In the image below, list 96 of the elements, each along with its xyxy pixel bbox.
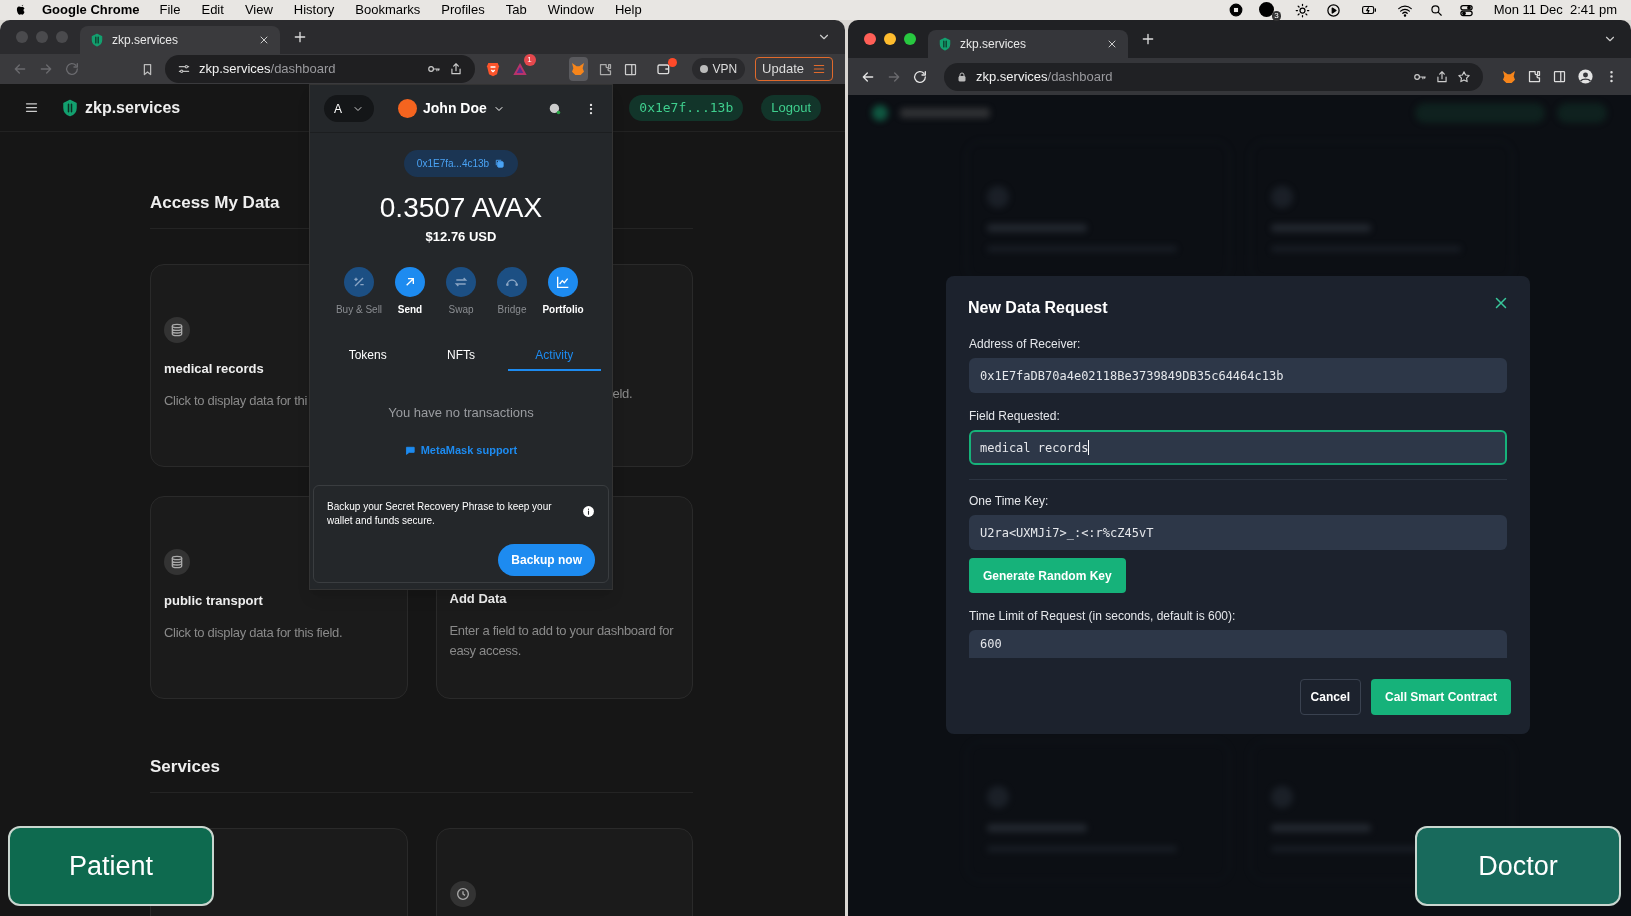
chat-icon <box>404 444 416 456</box>
brand-name[interactable]: zkp.services <box>85 95 181 120</box>
lion-shield-icon[interactable] <box>484 61 501 77</box>
field-label: One Time Key: <box>969 494 1050 509</box>
menu-item[interactable]: Window <box>547 0 594 20</box>
browser-tab[interactable]: zkp.services <box>80 26 280 54</box>
browser-tab[interactable]: zkp.services <box>928 30 1128 58</box>
wallet-tab[interactable]: Activity <box>507 340 601 371</box>
close-icon[interactable] <box>1106 38 1118 50</box>
wallet-action-button[interactable]: Portfolio <box>542 266 584 317</box>
section-title: Services <box>150 756 220 778</box>
fiat-balance: $12.76 USD <box>425 228 497 246</box>
field-label: Time Limit of Request (in seconds, default is 600): <box>969 609 1237 624</box>
play-icon <box>1325 2 1341 18</box>
database-icon <box>164 317 190 343</box>
info-icon <box>582 504 595 518</box>
menu-item[interactable]: File <box>159 0 181 20</box>
dialog-title: New Data Request <box>968 298 1108 318</box>
profile-icon[interactable] <box>1577 68 1594 85</box>
wallet-tab[interactable]: NFTs <box>414 340 508 371</box>
notification-badge: 3 <box>1272 11 1281 21</box>
database-icon <box>164 549 190 575</box>
role-label-popup: Doctor <box>1415 826 1621 906</box>
backup-now-button[interactable]: Backup now <box>498 543 595 576</box>
card-description: Enter a field to add to your dashboard for easy access. <box>449 621 675 660</box>
control-center-icon <box>1458 2 1474 18</box>
clock-icon <box>449 881 476 907</box>
balance-amount: 0.3507 AVAX <box>379 191 543 225</box>
minimize-window-button[interactable] <box>884 33 896 45</box>
puzzle-icon[interactable] <box>1527 69 1542 84</box>
menu-item[interactable]: Profiles <box>441 0 485 20</box>
menu-item[interactable]: Help <box>614 0 642 20</box>
menu-item[interactable]: View <box>244 0 273 20</box>
star-icon[interactable] <box>1457 69 1471 84</box>
reload-icon[interactable] <box>912 68 928 85</box>
fox-extension-icon[interactable] <box>568 57 589 81</box>
menu-item[interactable]: History <box>293 0 335 20</box>
sidebar-icon[interactable] <box>1552 69 1567 84</box>
card-description: Click to display data for this field. <box>164 623 344 642</box>
text-field[interactable]: 600 <box>969 630 1507 658</box>
shield-logo-icon <box>90 33 104 47</box>
cancel-button[interactable]: Cancel <box>1299 679 1361 715</box>
address-copy-button[interactable]: 0x1E7fa...4c13b <box>403 150 519 177</box>
card-description: Click to display data for thi <box>164 391 309 410</box>
share-icon[interactable] <box>448 62 463 76</box>
logout-button[interactable]: Logout <box>761 94 821 121</box>
sidebar-icon[interactable] <box>623 61 639 77</box>
portfolio-action-icon <box>548 266 578 297</box>
fox-extension-icon[interactable] <box>1501 68 1517 85</box>
address-bar[interactable]: zkp.services/dashboard <box>944 62 1483 91</box>
stop-icon <box>1228 3 1243 17</box>
text-field[interactable]: medical records <box>969 430 1507 465</box>
field-label: Address of Receiver: <box>969 337 1082 352</box>
new-tab-icon[interactable] <box>1140 31 1156 47</box>
zoom-window-button[interactable] <box>904 33 916 45</box>
address-bar[interactable]: zkp.services/dashboard <box>165 55 475 83</box>
copy-icon <box>494 158 506 169</box>
notification-badge: 1 <box>523 54 536 66</box>
buy-action-icon <box>344 266 374 297</box>
clock: Mon 11 Dec 2:41 pm <box>1493 1 1617 20</box>
menu-item[interactable]: Edit <box>201 0 224 20</box>
globe-icon[interactable] <box>548 101 562 116</box>
text-field[interactable]: 0x1E7faDB70a4e02118Be3739849DB35c64464c13b <box>969 358 1507 393</box>
avatar-icon <box>398 99 417 118</box>
share-icon[interactable] <box>1435 69 1449 84</box>
puzzle-icon[interactable] <box>598 61 614 77</box>
app-menu[interactable]: Google Chrome <box>42 0 140 20</box>
menu-item[interactable]: Bookmarks <box>355 0 421 20</box>
shield-logo-icon <box>61 98 79 117</box>
card-title: medical records <box>164 360 265 378</box>
card-description: eld. <box>612 385 633 403</box>
search-icon <box>1428 3 1443 17</box>
shield-logo-icon <box>938 37 952 51</box>
brightness-icon <box>1294 2 1310 18</box>
new-tab-icon[interactable] <box>292 29 308 45</box>
bridge-action-icon <box>497 266 527 297</box>
tune-icon <box>177 62 191 76</box>
network-selector[interactable]: A <box>324 95 374 122</box>
vpn-button[interactable]: VPN <box>692 58 746 80</box>
role-label-popup: Patient <box>8 826 214 906</box>
lock-icon <box>956 70 968 83</box>
update-button[interactable]: Update <box>755 57 833 81</box>
card-title: Add Data <box>449 590 508 608</box>
menu-icon <box>812 62 826 76</box>
send-action-icon <box>395 266 425 297</box>
card-title: public transport <box>164 592 264 610</box>
menu-item[interactable]: Tab <box>505 0 527 20</box>
wallet-address-button[interactable]: 0x1e7f...13b <box>629 94 744 121</box>
swap-action-icon <box>446 266 476 297</box>
close-icon[interactable] <box>258 34 270 46</box>
close-window-button[interactable] <box>864 33 876 45</box>
text-field[interactable]: U2ra<UXMJi7>_:<:r%cZ45vT <box>969 515 1507 550</box>
account-selector[interactable]: John Doe <box>398 98 505 119</box>
field-label: Field Requested: <box>969 409 1061 424</box>
section-title: Access My Data <box>150 192 280 214</box>
menu-icon[interactable] <box>24 100 39 115</box>
